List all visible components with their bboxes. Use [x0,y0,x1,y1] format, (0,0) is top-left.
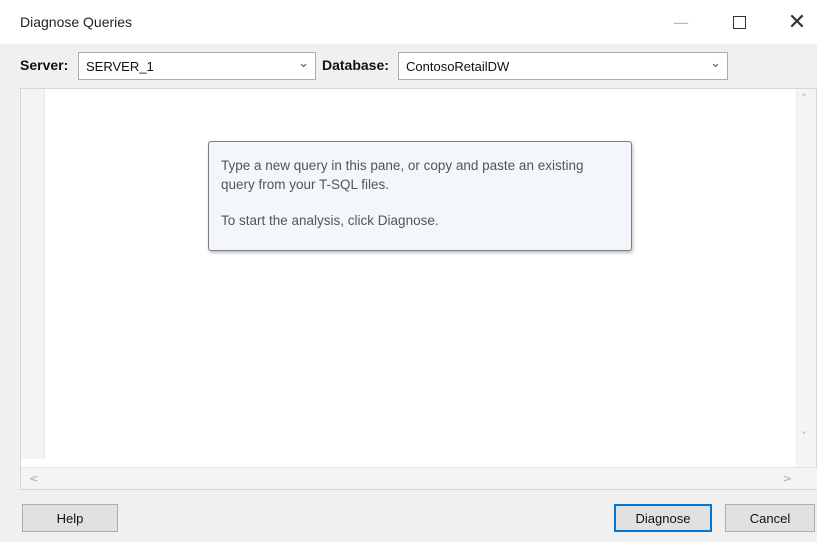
scroll-right-icon[interactable]: > [783,472,792,485]
minimize-icon[interactable]: — [658,0,704,44]
scroll-up-icon[interactable]: ˄ [801,92,807,105]
database-value: ContosoRetailDW [406,59,510,74]
horizontal-scrollbar[interactable]: < > [21,467,817,489]
maximize-box [732,15,746,29]
scroll-down-icon[interactable]: ˅ [801,430,807,443]
database-label: Database: [322,57,389,73]
title-bar: Diagnose Queries — ✕ [0,0,817,44]
chevron-down-icon[interactable]: ⌄ [298,56,309,71]
window-title: Diagnose Queries [20,14,133,30]
hint-text-instructions: Type a new query in this pane, or copy a… [221,158,584,192]
help-button[interactable]: Help [22,504,118,532]
diagnose-button[interactable]: Diagnose [614,504,712,532]
close-glyph: ✕ [787,9,807,35]
server-value: SERVER_1 [86,59,154,74]
database-dropdown[interactable]: ContosoRetailDW ⌄ [398,52,728,80]
connection-toolbar: Server: SERVER_1 ⌄ Database: ContosoReta… [0,44,817,88]
minimize-glyph: — [673,12,689,32]
hint-text-diagnose: To start the analysis, click Diagnose. [221,213,439,228]
cancel-button[interactable]: Cancel [725,504,815,532]
close-icon[interactable]: ✕ [774,0,817,44]
chevron-down-icon[interactable]: ⌄ [710,56,721,71]
server-dropdown[interactable]: SERVER_1 ⌄ [78,52,316,80]
server-label: Server: [20,57,69,73]
scroll-left-icon[interactable]: < [29,472,38,485]
editor-gutter [21,89,45,459]
vertical-scrollbar[interactable]: ˄ ˅ [796,89,816,469]
editor-hint-tooltip: Type a new query in this pane, or copy a… [208,141,632,251]
diagnose-queries-dialog: Diagnose Queries — ✕ Server: SERVER_1 ⌄ … [0,0,817,542]
maximize-icon[interactable] [716,0,762,44]
